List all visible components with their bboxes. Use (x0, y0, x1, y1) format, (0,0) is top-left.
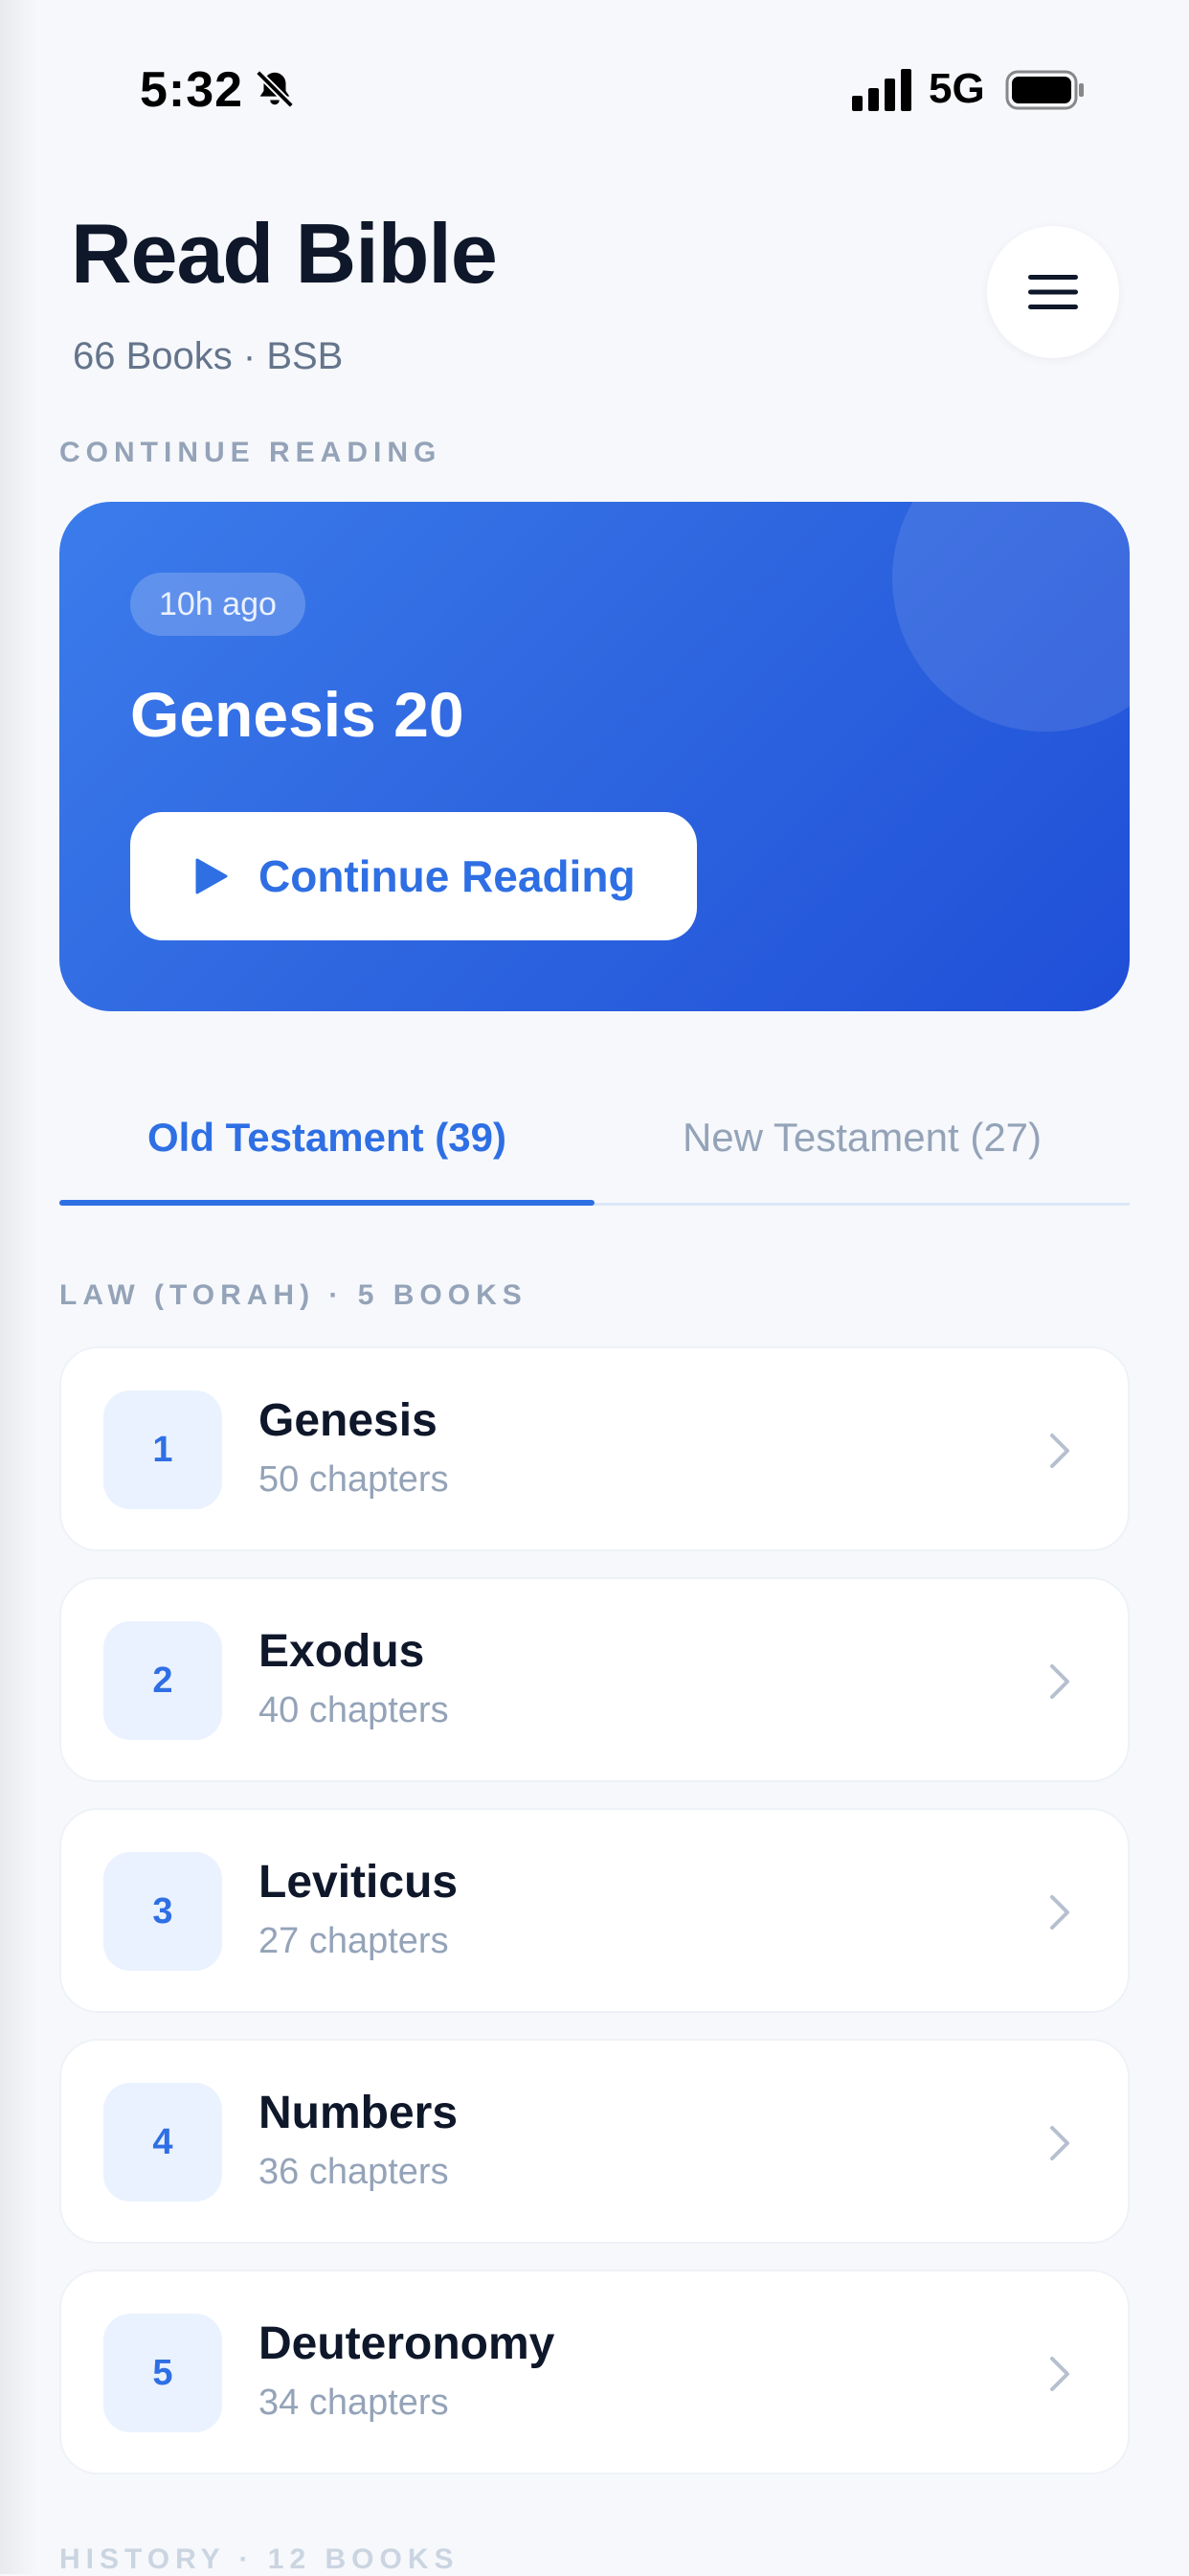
book-name: Leviticus (258, 1857, 459, 1908)
status-bar: 5:32 5G (0, 0, 1189, 182)
book-number: 3 (103, 1852, 222, 1971)
continue-section-label: CONTINUE READING (59, 437, 442, 468)
menu-button[interactable] (987, 226, 1119, 358)
play-icon (195, 858, 228, 894)
book-name: Deuteronomy (258, 2318, 555, 2369)
book-item-exodus[interactable]: 2 Exodus 40 chapters (59, 1577, 1130, 1782)
status-time: 5:32 (140, 62, 244, 118)
book-item-leviticus[interactable]: 3 Leviticus 27 chapters (59, 1808, 1130, 2013)
page-subtitle: 66 Books · BSB (73, 335, 344, 377)
book-name: Numbers (258, 2088, 459, 2138)
book-number: 1 (103, 1390, 222, 1509)
last-read-badge: 10h ago (130, 573, 305, 636)
edge-shadow (0, 0, 38, 2574)
network-label: 5G (929, 65, 985, 112)
section-label-law: LAW (TORAH) · 5 BOOKS (59, 1279, 527, 1311)
book-chapter-count: 34 chapters (258, 2383, 449, 2423)
chevron-right-icon (1050, 2357, 1069, 2391)
continue-reading-button[interactable]: Continue Reading (130, 812, 697, 940)
testament-tabs: Old Testament (39) New Testament (27) (59, 1073, 1130, 1206)
bell-off-icon (256, 70, 294, 108)
book-chapter-count: 50 chapters (258, 1459, 449, 1500)
book-name: Genesis (258, 1395, 437, 1446)
chevron-right-icon (1050, 1434, 1069, 1468)
book-chapter-count: 27 chapters (258, 1921, 449, 1961)
decorative-circle (892, 502, 1130, 732)
hamburger-menu-icon (1028, 275, 1078, 309)
signal-icon (852, 69, 911, 111)
current-chapter-title: Genesis 20 (130, 679, 464, 750)
book-number: 5 (103, 2314, 222, 2432)
book-name: Exodus (258, 1626, 425, 1677)
chevron-right-icon (1050, 1664, 1069, 1699)
section-label-history: HISTORY · 12 BOOKS (59, 2543, 460, 2575)
tab-old-testament[interactable]: Old Testament (39) (59, 1073, 594, 1203)
book-item-numbers[interactable]: 4 Numbers 36 chapters (59, 2039, 1130, 2244)
book-item-deuteronomy[interactable]: 5 Deuteronomy 34 chapters (59, 2270, 1130, 2474)
continue-reading-label: Continue Reading (258, 851, 636, 901)
chevron-right-icon (1050, 1895, 1069, 1930)
page-title: Read Bible (71, 206, 498, 301)
book-chapter-count: 36 chapters (258, 2152, 449, 2192)
book-number: 2 (103, 1621, 222, 1740)
battery-icon (1005, 70, 1084, 110)
tab-new-testament[interactable]: New Testament (27) (594, 1073, 1130, 1203)
active-tab-indicator (59, 1200, 594, 1206)
chevron-right-icon (1050, 2126, 1069, 2160)
book-number: 4 (103, 2083, 222, 2202)
book-chapter-count: 40 chapters (258, 1690, 449, 1730)
book-item-genesis[interactable]: 1 Genesis 50 chapters (59, 1346, 1130, 1551)
continue-reading-card[interactable]: 10h ago Genesis 20 Continue Reading (59, 502, 1130, 1011)
